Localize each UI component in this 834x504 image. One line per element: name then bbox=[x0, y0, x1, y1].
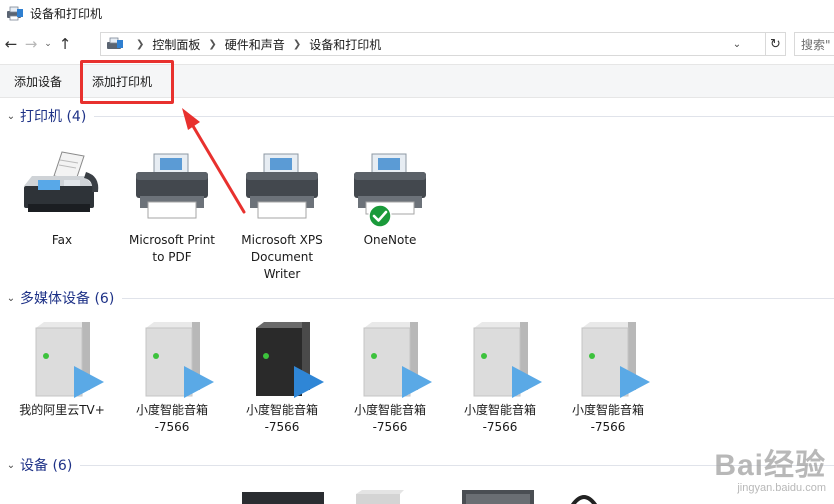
device-label: 小度智能音箱 -7566 bbox=[571, 403, 644, 434]
breadcrumb-control-panel[interactable]: 控制面板 bbox=[152, 36, 200, 53]
breadcrumb: ❯ 控制面板 ❯ 硬件和声音 ❯ 设备和打印机 bbox=[128, 36, 381, 53]
section-title-media: 多媒体设备 (6) bbox=[20, 291, 115, 307]
device-label: OneNote bbox=[363, 233, 417, 247]
section-devices[interactable]: ⌄ 设备 (6) bbox=[0, 455, 834, 475]
navigation-bar: ← → ⌄ ↑ ❯ 控制面板 ❯ 硬件和声音 ❯ 设备和打印机 ⌄ ↻ 搜索" bbox=[0, 28, 834, 60]
section-printers[interactable]: ⌄ 打印机 (4) bbox=[0, 106, 834, 126]
fax-icon bbox=[14, 146, 110, 228]
device-item-xiaodu-1[interactable]: 小度智能音箱 -7566 bbox=[118, 316, 226, 436]
printer-icon bbox=[124, 146, 220, 228]
search-placeholder: 搜索" bbox=[801, 37, 831, 52]
device-item-xiaodu-2[interactable]: 小度智能音箱 -7566 bbox=[228, 316, 336, 436]
highlight-box bbox=[80, 60, 174, 104]
media-server-icon bbox=[560, 316, 656, 398]
device-label: Microsoft Print to PDF bbox=[128, 233, 216, 264]
section-divider bbox=[94, 115, 834, 117]
headset-icon[interactable] bbox=[571, 495, 597, 504]
device-label: 小度智能音箱 -7566 bbox=[135, 403, 208, 434]
chevron-right-icon[interactable]: ❯ bbox=[293, 39, 301, 50]
default-printer-check-icon bbox=[368, 204, 392, 228]
device-item-onenote[interactable]: OneNote bbox=[336, 146, 444, 249]
collapse-chevron-icon[interactable]: ⌄ bbox=[2, 293, 20, 304]
back-arrow-icon[interactable]: ← bbox=[2, 33, 20, 55]
media-server-icon bbox=[124, 316, 220, 398]
section-divider bbox=[122, 297, 834, 299]
device-item-aliyun-tv[interactable]: 我的阿里云TV+ bbox=[8, 316, 116, 419]
device-item-xiaodu-3[interactable]: 小度智能音箱 -7566 bbox=[336, 316, 444, 436]
breadcrumb-hardware-sound[interactable]: 硬件和声音 bbox=[225, 36, 285, 53]
device-item-xps-writer[interactable]: Microsoft XPS Document Writer bbox=[228, 146, 336, 283]
media-server-icon bbox=[14, 316, 110, 398]
computer-icon[interactable] bbox=[356, 490, 404, 504]
recent-locations-chevron-icon[interactable]: ⌄ bbox=[42, 33, 54, 55]
forward-arrow-icon[interactable]: → bbox=[22, 33, 40, 55]
add-device-button[interactable]: 添加设备 bbox=[14, 73, 62, 90]
watermark-logo: Bai经验 bbox=[714, 449, 826, 482]
device-label: Fax bbox=[51, 233, 73, 247]
watermark: Bai经验 jingyan.baidu.com bbox=[714, 440, 826, 494]
monitor-icon[interactable] bbox=[242, 492, 324, 504]
section-title-devices: 设备 (6) bbox=[20, 458, 73, 474]
device-label: 小度智能音箱 -7566 bbox=[353, 403, 426, 434]
title-bar: 设备和打印机 bbox=[0, 0, 834, 26]
device-label: 我的阿里云TV+ bbox=[19, 403, 105, 417]
chevron-right-icon[interactable]: ❯ bbox=[208, 39, 216, 50]
device-label: 小度智能音箱 -7566 bbox=[245, 403, 318, 434]
collapse-chevron-icon[interactable]: ⌄ bbox=[2, 111, 20, 122]
address-dropdown-icon[interactable]: ⌄ bbox=[729, 33, 745, 55]
device-item-fax[interactable]: Fax bbox=[8, 146, 116, 249]
device-label: 小度智能音箱 -7566 bbox=[463, 403, 536, 434]
media-server-icon bbox=[234, 316, 330, 398]
window-title: 设备和打印机 bbox=[30, 6, 103, 21]
media-server-icon bbox=[452, 316, 548, 398]
device-item-xiaodu-5[interactable]: 小度智能音箱 -7566 bbox=[554, 316, 662, 436]
laptop-icon[interactable] bbox=[462, 490, 534, 504]
devices-row-partial bbox=[242, 490, 597, 504]
device-item-xiaodu-4[interactable]: 小度智能音箱 -7566 bbox=[446, 316, 554, 436]
collapse-chevron-icon[interactable]: ⌄ bbox=[2, 460, 20, 471]
refresh-icon[interactable]: ↻ bbox=[766, 32, 786, 56]
media-server-icon bbox=[342, 316, 438, 398]
section-title-printers: 打印机 (4) bbox=[20, 109, 87, 125]
search-input[interactable]: 搜索" bbox=[794, 32, 834, 56]
chevron-right-icon[interactable]: ❯ bbox=[136, 39, 144, 50]
devices-printers-icon bbox=[6, 5, 24, 21]
up-arrow-icon[interactable]: ↑ bbox=[56, 33, 74, 55]
device-item-print-to-pdf[interactable]: Microsoft Print to PDF bbox=[118, 146, 226, 266]
control-panel-icon bbox=[106, 36, 124, 52]
printer-icon bbox=[342, 146, 438, 228]
printer-icon bbox=[234, 146, 330, 228]
section-media-devices[interactable]: ⌄ 多媒体设备 (6) bbox=[0, 288, 834, 308]
breadcrumb-devices-printers[interactable]: 设备和打印机 bbox=[309, 36, 381, 53]
address-bar[interactable]: ❯ 控制面板 ❯ 硬件和声音 ❯ 设备和打印机 ⌄ bbox=[100, 32, 766, 56]
device-label: Microsoft XPS Document Writer bbox=[241, 233, 323, 281]
